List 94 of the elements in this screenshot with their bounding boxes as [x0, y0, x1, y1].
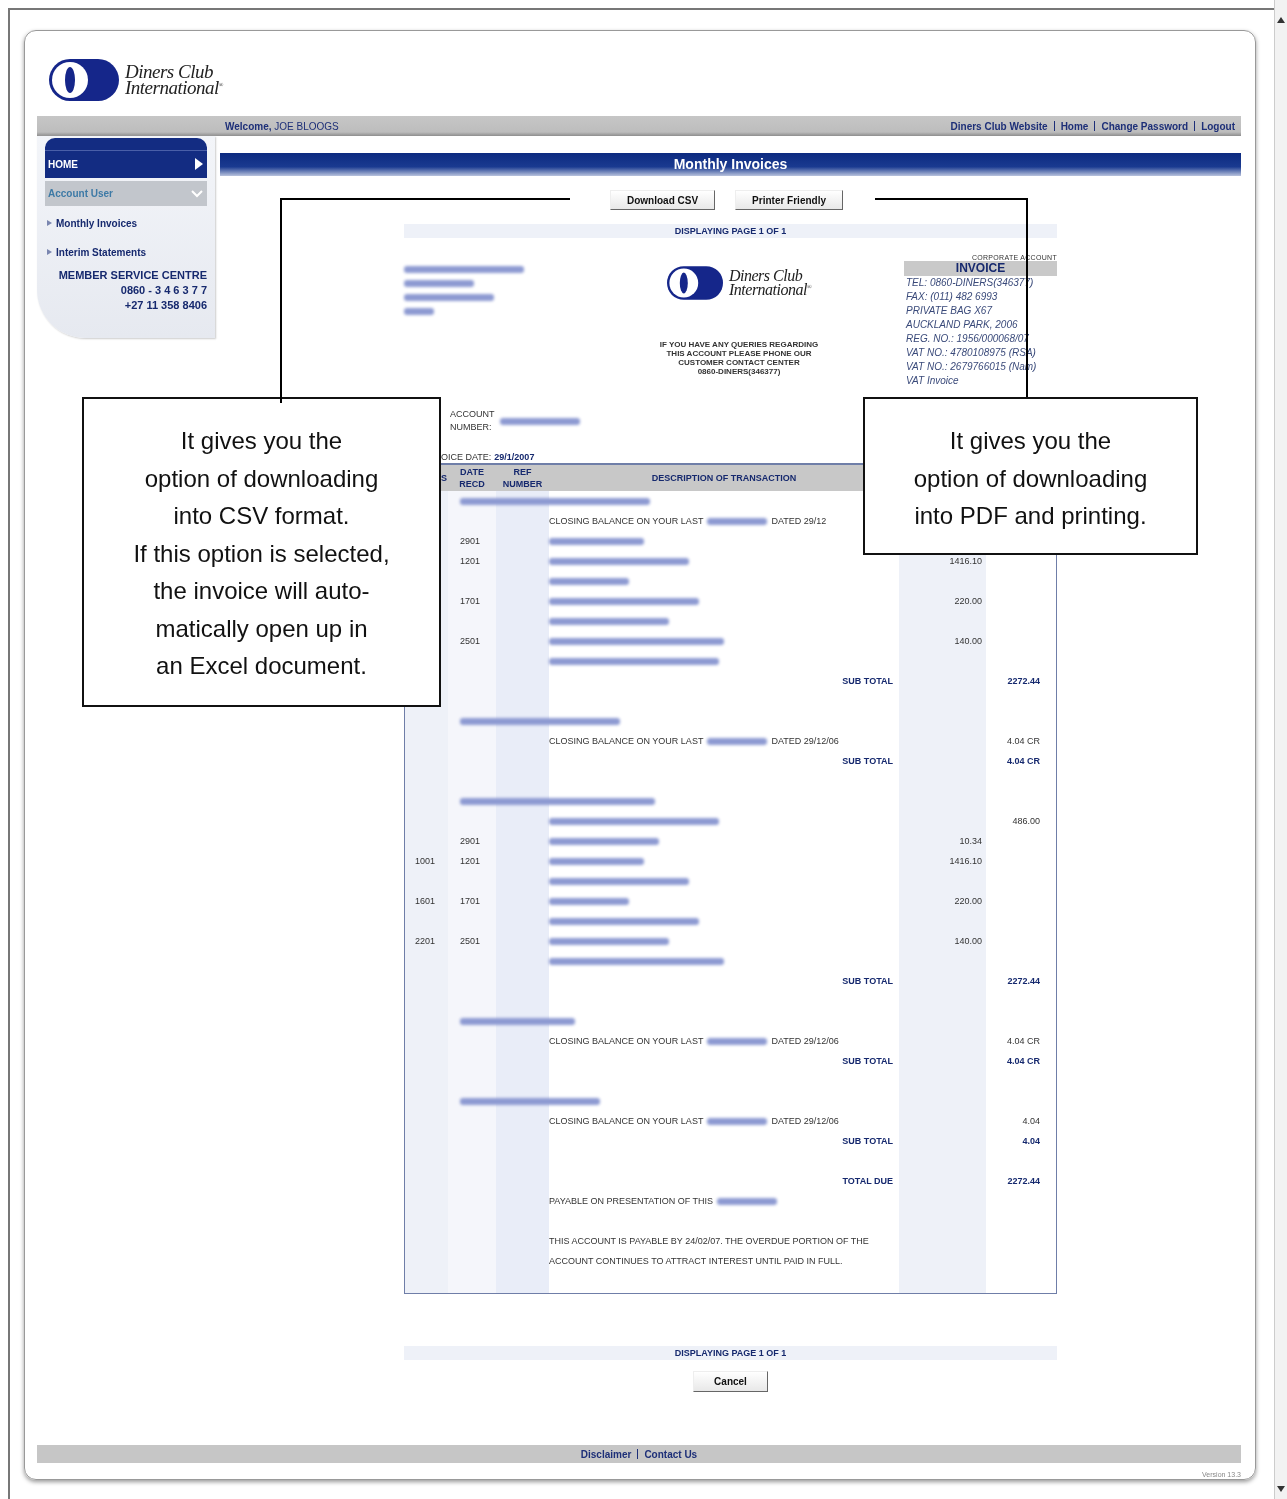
table-cell-text: 1701: [459, 896, 482, 906]
nav-link[interactable]: Diners Club Website: [950, 120, 1048, 132]
column-header: DATE RECD: [458, 466, 486, 490]
bullet-icon: [47, 249, 52, 255]
blurred-text: [707, 1038, 768, 1046]
logo-wordmark: Diners Club International$^{®}$: [125, 63, 223, 97]
issuer-text: AUCKLAND PARK, 2006: [904, 318, 1019, 332]
sidebar-item[interactable]: Monthly Invoices: [45, 211, 207, 235]
logo-wordmark: Diners Club International$^{®}$: [729, 269, 811, 297]
issuer-text: PRIVATE BAG X67: [905, 304, 994, 318]
table-cell-text: TOTAL DUE: [841, 1176, 894, 1186]
callout: It gives you the option of downloading into CSV format. If this option is selected, the invoice will auto- matically open up in an Excel document.: [82, 397, 441, 707]
table-cell-text: 2501: [459, 636, 482, 646]
invoice-date-label: OICE DATE:: [441, 452, 492, 463]
description-text: CLOSING BALANCE ON YOUR LAST: [549, 1036, 704, 1046]
description-text: DATED 29/12: [771, 516, 827, 526]
footer-link[interactable]: Disclaimer: [580, 1448, 632, 1460]
page-title: Monthly Invoices: [220, 153, 1241, 176]
blurred-text: [707, 1118, 768, 1126]
table-cell-text: 4.04 CR: [1005, 736, 1041, 746]
table-cell-text: SUB TOTAL: [841, 756, 894, 766]
blurred-text: [404, 280, 474, 287]
invoice-title: INVOICE: [904, 261, 1057, 276]
column-header: REF NUMBER: [501, 466, 544, 490]
account-number-label: ACCOUNT NUMBER:: [450, 408, 496, 434]
table-cell-text: 2272.44: [1006, 1176, 1041, 1186]
table-cell-text: 1001: [414, 856, 437, 866]
table-cell-text: 2201: [414, 936, 437, 946]
table-cell-text: 4.04 CR: [1005, 1036, 1041, 1046]
logo-icon: [667, 266, 723, 300]
table-cell-text: 1601: [414, 896, 437, 906]
callout: It gives you the option of downloading into PDF and printing.: [863, 397, 1198, 555]
table-cell-text: 2501: [459, 936, 482, 946]
blurred-text: [707, 738, 768, 746]
service-text: +27 11 358 8406: [123, 298, 207, 313]
action-button[interactable]: Download CSV: [610, 190, 716, 210]
issuer-text: FAX: (011) 482 6993: [905, 290, 999, 304]
logo-icon: [49, 59, 119, 101]
table-cell-text: 1201: [459, 556, 482, 566]
table-cell-text: 2901: [459, 536, 482, 546]
service-text: 0860 - 3 4 6 3 7 7: [119, 283, 207, 298]
blurred-text: [717, 1198, 778, 1206]
service-text: MEMBER SERVICE CENTRE: [57, 268, 207, 283]
arrow-icon: [195, 158, 203, 170]
table-cell-text: SUB TOTAL: [841, 1136, 894, 1146]
description-text: CLOSING BALANCE ON YOUR LAST: [549, 1116, 704, 1126]
table-cell-text: 2901: [459, 836, 482, 846]
table-cell-text: 4.04 CR: [1005, 1056, 1041, 1066]
table-cell-text: SUB TOTAL: [841, 976, 894, 986]
welcome-text: Welcome, JOE BLOOGS: [225, 120, 339, 132]
table-cell-text: 1201: [459, 856, 482, 866]
table-cell-text: 2272.44: [1006, 976, 1041, 986]
description-text: DATED 29/12/06: [771, 1116, 839, 1126]
table-cell-text: 140.00: [953, 636, 983, 646]
table-cell-text: 140.00: [953, 936, 983, 946]
issuer-text: VAT Invoice: [905, 374, 960, 388]
column-header: S: [440, 472, 448, 484]
blurred-text: [404, 308, 434, 315]
cancel-button[interactable]: Cancel: [693, 1371, 768, 1392]
table-cell-text: 1416.10: [948, 556, 983, 566]
table-cell-text: 220.00: [953, 596, 983, 606]
bullet-icon: [47, 220, 52, 226]
blurred-text: [707, 518, 768, 526]
table-cell-text: 10.34: [958, 836, 983, 846]
paging-text: DISPLAYING PAGE 1 OF 1: [404, 224, 1057, 238]
chevron-down-icon: [191, 189, 203, 198]
queries-text: IF YOU HAVE ANY QUERIES REGARDING THIS ACCOUNT PLEASE PHONE OUR CUSTOMER CONTACT CENTER 0860-DINERS(346377): [659, 340, 819, 376]
table-cell-text: SUB TOTAL: [841, 1056, 894, 1066]
table-cell-text: SUB TOTAL: [841, 676, 894, 686]
table-cell-text: 1701: [459, 596, 482, 606]
description-text: CLOSING BALANCE ON YOUR LAST: [549, 516, 704, 526]
table-cell-text: 4.04: [1021, 1136, 1041, 1146]
sidebar-item[interactable]: HOME: [45, 138, 207, 178]
table-cell-text: 486.00: [1011, 816, 1041, 826]
nav-link[interactable]: Home: [1060, 120, 1089, 132]
table-cell-text: 1416.10: [948, 856, 983, 866]
column-header: DESCRIPTION OF TRANSACTION: [650, 472, 798, 484]
sidebar-item[interactable]: Interim Statements: [45, 240, 207, 264]
table-cell-text: 2272.44: [1006, 676, 1041, 686]
footer-link[interactable]: Contact Us: [644, 1448, 698, 1460]
table-cell-text: 4.04 CR: [1005, 756, 1041, 766]
description-text: DATED 29/12/06: [771, 1036, 839, 1046]
description-text: CLOSING BALANCE ON YOUR LAST: [549, 736, 704, 746]
nav-link[interactable]: Logout: [1201, 120, 1235, 132]
description-text: DATED 29/12/06: [771, 736, 839, 746]
description-text: THIS ACCOUNT IS PAYABLE BY 24/02/07. THE OVERDUE PORTION OF THE ACCOUNT CONTINUES TO ATTRACT INTEREST UNTIL PAID IN FULL.: [549, 1236, 869, 1266]
table-cell-text: 220.00: [953, 896, 983, 906]
description-text: PAYABLE ON PRESENTATION OF THIS: [549, 1196, 714, 1206]
scrollbar[interactable]: [1274, 0, 1287, 1499]
table-cell-text: 4.04: [1021, 1116, 1041, 1126]
action-button[interactable]: Printer Friendly: [735, 190, 843, 210]
invoice-date: 29/1/2007: [494, 452, 535, 463]
paging-text: DISPLAYING PAGE 1 OF 1: [404, 1346, 1057, 1360]
nav-link[interactable]: Change Password: [1101, 120, 1189, 132]
